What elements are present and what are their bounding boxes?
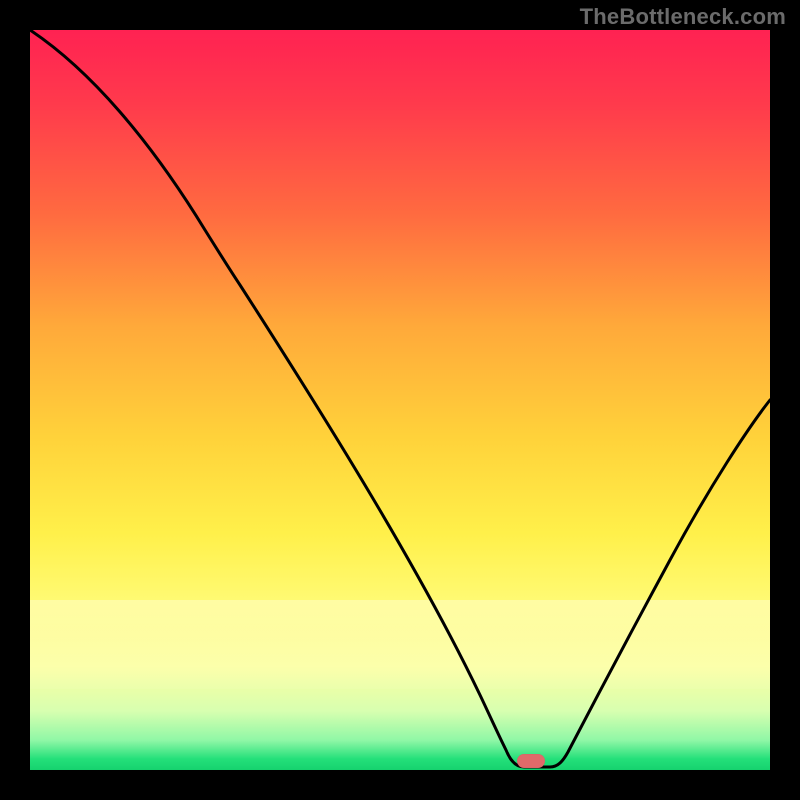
curve-path: [30, 30, 770, 767]
optimum-marker: [517, 754, 545, 768]
chart-frame: TheBottleneck.com: [0, 0, 800, 800]
plot-area: [30, 30, 770, 770]
watermark-text: TheBottleneck.com: [580, 4, 786, 30]
bottleneck-curve: [30, 30, 770, 770]
